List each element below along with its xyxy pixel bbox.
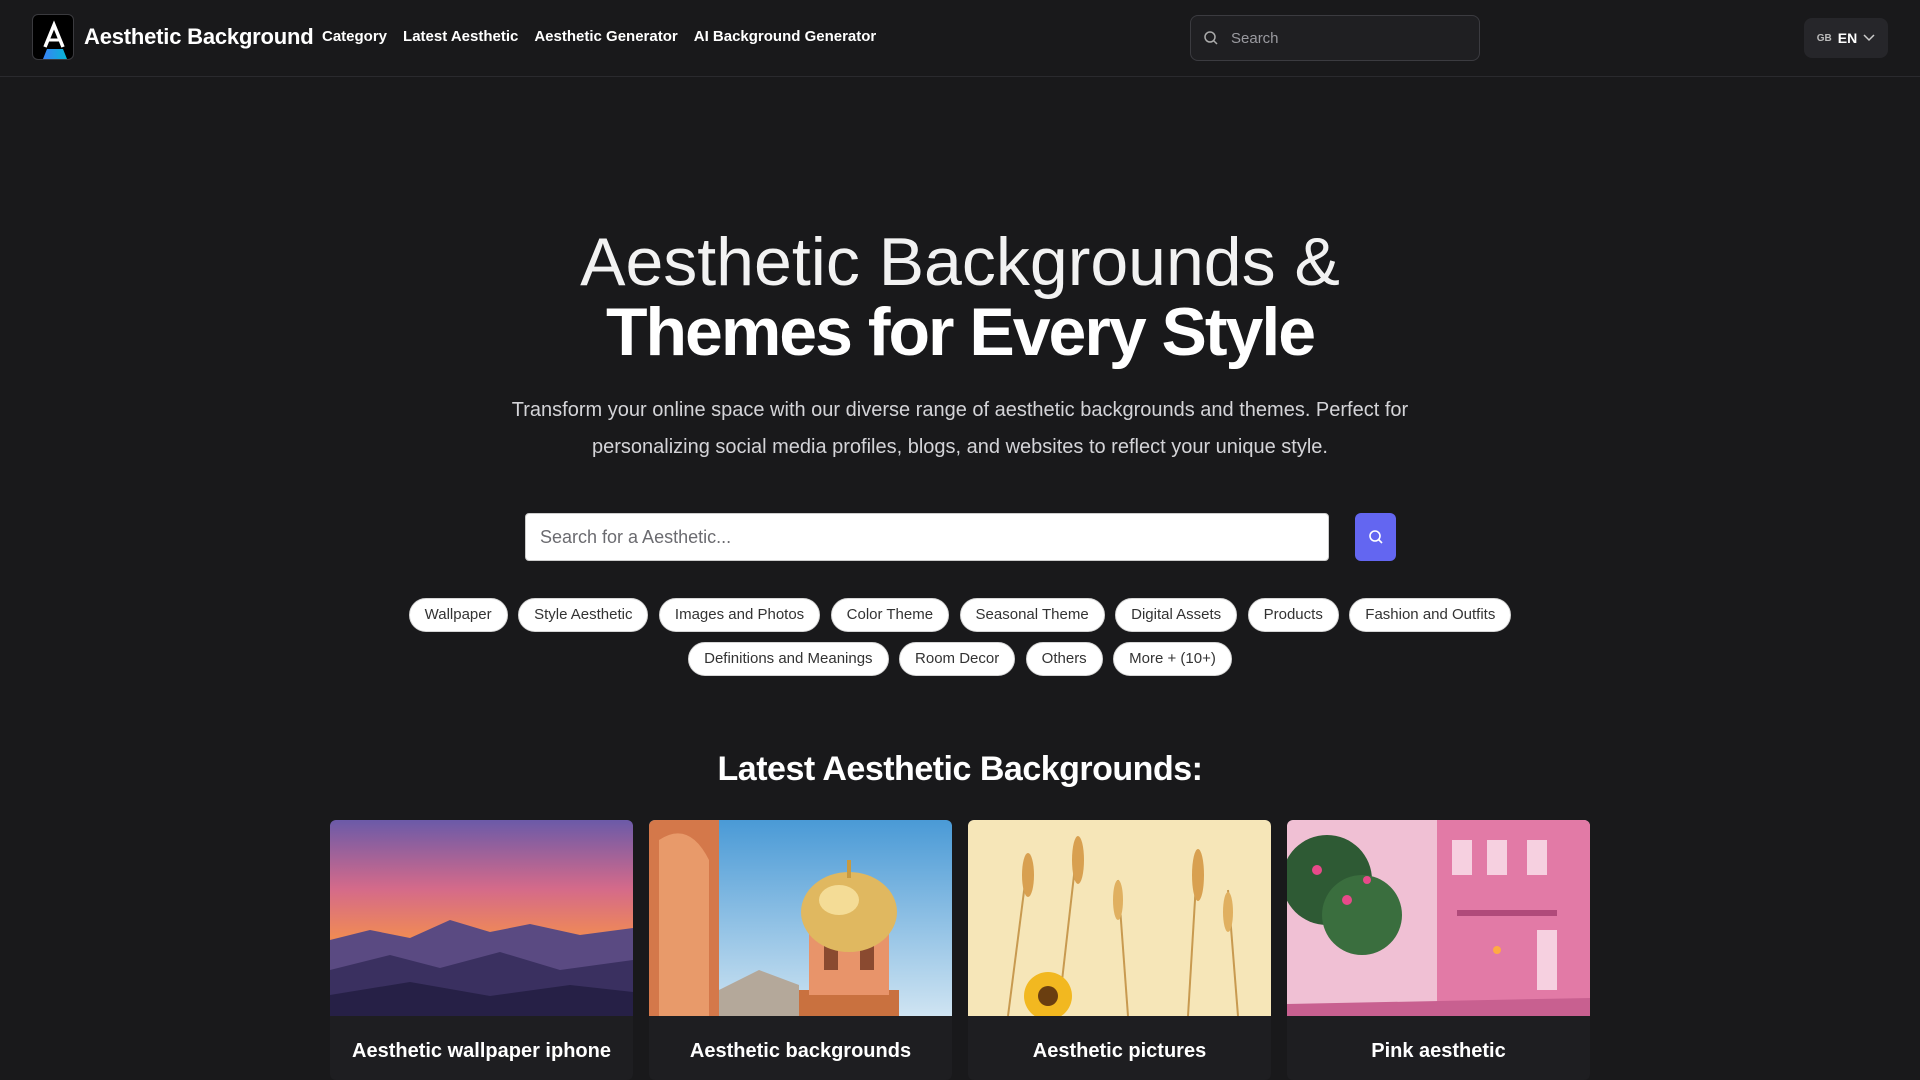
card-aesthetic-pictures[interactable]: Aesthetic pictures — [968, 820, 1271, 1080]
chip-color-theme[interactable]: Color Theme — [830, 598, 950, 632]
logo-text: Aesthetic Background — [84, 24, 314, 49]
language-label: EN — [1837, 30, 1858, 46]
header-search — [1190, 15, 1480, 61]
logo-icon — [32, 14, 74, 60]
nav-category[interactable]: Category — [322, 28, 387, 45]
card-title: Aesthetic backgrounds — [689, 1040, 912, 1062]
site-logo[interactable]: Aesthetic Background — [32, 14, 314, 60]
chevron-down-icon — [1863, 34, 1875, 42]
latest-cards: Aesthetic wallpaper iphone Aesthetic bac… — [330, 820, 1590, 1080]
chip-wallpaper[interactable]: Wallpaper — [408, 598, 508, 632]
nav-ai-background-generator[interactable]: AI Background Generator — [694, 28, 877, 45]
card-image-golden-dome-palace — [649, 820, 952, 1016]
search-icon — [1204, 31, 1218, 45]
card-pink-aesthetic[interactable]: Pink aesthetic — [1287, 820, 1590, 1080]
nav-latest-aesthetic[interactable]: Latest Aesthetic — [403, 28, 518, 45]
main-search — [525, 513, 1329, 561]
header-search-input[interactable] — [1229, 28, 1459, 48]
card-image-wheat-sunflower — [968, 820, 1271, 1016]
chip-digital-assets[interactable]: Digital Assets — [1115, 598, 1238, 632]
main-nav: Category Latest Aesthetic Aesthetic Gene… — [322, 28, 876, 45]
site-header: Aesthetic Background Category Latest Aes… — [0, 0, 1920, 77]
card-title: Aesthetic wallpaper iphone — [352, 1040, 611, 1062]
chip-room-decor[interactable]: Room Decor — [899, 642, 1016, 676]
card-title: Pink aesthetic — [1371, 1040, 1506, 1062]
card-image-sunset-mountains — [330, 820, 633, 1016]
chip-products[interactable]: Products — [1247, 598, 1339, 632]
hero-description: Transform your online space with our div… — [511, 399, 1409, 458]
chip-definitions-and-meanings[interactable]: Definitions and Meanings — [688, 642, 889, 676]
latest-section-title: Latest Aesthetic Backgrounds: — [717, 750, 1203, 788]
flag-icon: GB — [1816, 32, 1832, 44]
main-search-input[interactable] — [538, 525, 1308, 549]
chip-others[interactable]: Others — [1025, 642, 1103, 676]
chip-fashion-and-outfits[interactable]: Fashion and Outfits — [1349, 598, 1512, 632]
card-aesthetic-wallpaper-iphone[interactable]: Aesthetic wallpaper iphone — [330, 820, 633, 1080]
category-chips-row1: Wallpaper Style Aesthetic Images and Pho… — [0, 598, 1920, 632]
chip-seasonal-theme[interactable]: Seasonal Theme — [959, 598, 1105, 632]
card-aesthetic-backgrounds[interactable]: Aesthetic backgrounds — [649, 820, 952, 1080]
card-image-pink-street — [1287, 820, 1590, 1016]
search-button[interactable] — [1355, 513, 1396, 561]
hero-title-line2: Themes for Every Style — [605, 294, 1316, 370]
nav-aesthetic-generator[interactable]: Aesthetic Generator — [534, 28, 677, 45]
search-icon — [1368, 530, 1383, 544]
chip-images-and-photos[interactable]: Images and Photos — [658, 598, 821, 632]
chip-more[interactable]: More + (10+) — [1113, 642, 1232, 676]
chip-style-aesthetic[interactable]: Style Aesthetic — [518, 598, 649, 632]
language-selector[interactable]: GB EN — [1804, 18, 1888, 58]
category-chips-row2: Definitions and Meanings Room Decor Othe… — [0, 642, 1920, 676]
card-title: Aesthetic pictures — [1032, 1040, 1207, 1062]
hero-title-line1: Aesthetic Backgrounds & — [580, 224, 1340, 300]
